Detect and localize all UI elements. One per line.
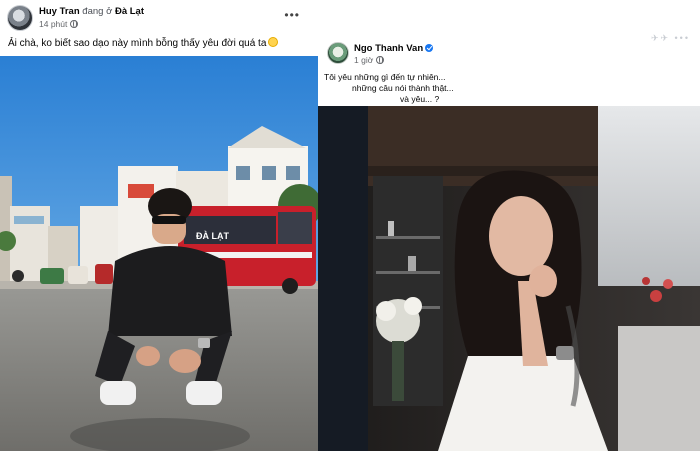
- screenshot-stage: Huy Tran đang ở Đà Lạt 14 phút ••• Ải ch…: [0, 0, 700, 451]
- globe-icon: [376, 56, 385, 64]
- post-time[interactable]: 14 phút: [39, 19, 67, 29]
- status-line-2: những câu nói thành thật...: [352, 83, 454, 93]
- globe-icon: [70, 20, 79, 28]
- top-strip: [318, 0, 700, 22]
- bus-sign: ĐÀ LẠT: [196, 231, 229, 241]
- post-header: Huy Tran đang ở Đà Lạt 14 phút ••• Ải ch…: [0, 0, 318, 56]
- post-meta: 14 phút: [39, 19, 79, 29]
- location-link[interactable]: Đà Lạt: [115, 6, 144, 17]
- street-photo-illustration: ĐÀ LẠT: [0, 56, 318, 451]
- author-line: Ngo Thanh Van: [354, 43, 434, 54]
- avatar[interactable]: [7, 5, 33, 31]
- post-meta: 1 giờ: [354, 55, 385, 65]
- author-name[interactable]: Huy Tran: [39, 6, 80, 17]
- status-text: Ải chà, ko biết sao dạo này mình bỗng th…: [8, 38, 267, 49]
- author-line: Huy Tran đang ở Đà Lạt: [39, 6, 144, 17]
- author-name[interactable]: Ngo Thanh Van: [354, 43, 423, 54]
- smile-emoji-icon: [268, 37, 279, 47]
- post-text: Ải chà, ko biết sao dạo này mình bỗng th…: [8, 37, 279, 49]
- more-options-icon[interactable]: ✈✈ •••: [651, 33, 690, 44]
- more-options-icon[interactable]: •••: [284, 8, 300, 22]
- post-photo[interactable]: ĐÀ LẠT: [0, 56, 318, 451]
- post-photo[interactable]: [318, 106, 700, 451]
- status-line-3: và yêu... ?: [400, 94, 440, 104]
- portrait-photo-illustration: [318, 106, 700, 451]
- post-text: Tôi yêu những gì đến tự nhiên... những c…: [324, 72, 454, 105]
- checkin-text: đang ở: [82, 6, 113, 17]
- post-ngo-thanh-van: ✈✈ ••• Ngo Thanh Van 1 giờ Tôi yêu những…: [318, 0, 700, 451]
- post-huy-tran: Huy Tran đang ở Đà Lạt 14 phút ••• Ải ch…: [0, 0, 318, 451]
- verified-badge-icon: [425, 44, 434, 52]
- status-line-1: Tôi yêu những gì đến tự nhiên...: [324, 72, 446, 82]
- avatar[interactable]: [327, 42, 349, 64]
- post-time[interactable]: 1 giờ: [354, 55, 373, 65]
